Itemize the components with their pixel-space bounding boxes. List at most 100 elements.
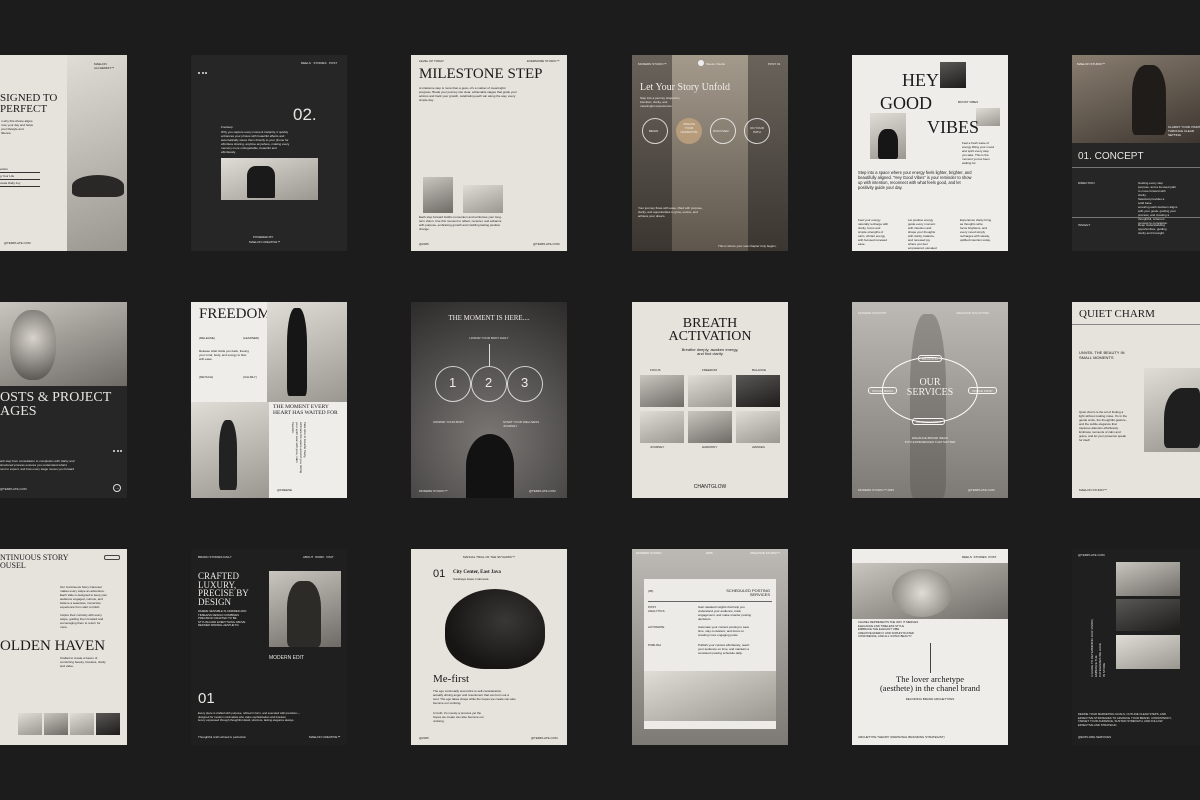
hair-photo: [445, 589, 545, 669]
label: (LEARNED): [243, 336, 260, 340]
card-body: Our Continuous Story Carousel makes ever…: [60, 585, 108, 609]
template-card-let-your-story-unfold[interactable]: MODERN STUDIO™ Maelon Studio POST 01 Let…: [632, 55, 788, 251]
grid-label: FOCUS: [650, 368, 661, 372]
card-title: NTINUOUS STORY OUSEL: [0, 553, 69, 570]
service-pill: BRANDING: [918, 355, 942, 362]
intro-text: Step into a journey shaped by intention,…: [640, 96, 680, 108]
card-title: MILESTONE STEP: [419, 66, 543, 82]
template-card-the-moment-is-here[interactable]: THE MOMENT IS HERE.... HONOR YOUR BODY D…: [411, 302, 567, 498]
vertical-text: A GUIDE TO DETERMINING OUR VISION, EMBRA…: [1090, 618, 1106, 677]
row-value: Publish your content effortlessly, reach…: [698, 643, 750, 655]
label: (RELEASE): [199, 336, 215, 340]
card-title: FREEDOM: [199, 306, 271, 322]
menu-dots-icon: [113, 439, 124, 457]
card-title: 01. CONCEPT: [1078, 151, 1144, 162]
nav-post: POST: [988, 555, 997, 559]
template-card-milestone-step[interactable]: LEVEL UP TODAY EVERMORE STUDIO™ MILESTON…: [411, 55, 567, 251]
footer-handle: @TEMPLATE.COM: [529, 489, 556, 493]
section-label: Footstep: [221, 125, 233, 129]
subtitle: WHERE SENSIBLE IS ADMIRED AND TIMELESS D…: [198, 609, 247, 627]
title-word-2: GOOD: [880, 93, 932, 113]
step-number: 02.: [293, 105, 317, 124]
step-label: DISCOVER: [713, 129, 729, 133]
vertical-text: Take time to breathe freely, embrace the…: [291, 422, 307, 474]
card-title: The lover archetype (aesthete) in the ch…: [879, 674, 981, 693]
template-card-costs-project-stages[interactable]: OSTS & PROJECT AGES ach step from consul…: [0, 302, 127, 498]
portrait-photo: [0, 302, 127, 386]
row-value: Automate your content posting to save ti…: [698, 625, 750, 637]
template-card-footstep[interactable]: REELS STORIES POST 02. Footstep Why you …: [191, 55, 347, 251]
location-sub: Surabaya Jawa, Indonesia: [453, 577, 489, 581]
arrow-button[interactable]: [104, 555, 120, 560]
subtitle: UNVEIL THE BEAUTY IN SMALL MOMENTS: [1079, 350, 1125, 360]
footer-brand: MAELON CREATIVE™: [309, 735, 341, 739]
template-card-designed-to-perfect[interactable]: MAELON ALCHEMIST™ SIGNED TO PERFECT n wh…: [0, 55, 127, 251]
template-card-scheduled-posting[interactable]: MODERN STUDIO 2025 CREATIVE STUDIO™ (05)…: [632, 549, 788, 745]
side-text: CHANEL REPRESENTS THE WAY IT MERGES ELEG…: [858, 620, 919, 639]
template-card-explore-services[interactable]: @TEMPLATE.COM A GUIDE TO DETERMINING OUR…: [1072, 549, 1200, 745]
card-title: CRAFTED LUXURY, PRECISE BY DESIGN: [198, 571, 249, 607]
footer-handle: @TEMPLATE.COM: [4, 241, 31, 245]
card-body: Each step forward builds momentum and re…: [419, 215, 502, 231]
headline: OLDEN HAVEN: [0, 638, 106, 654]
top-nav: REELS STORIES POST: [962, 555, 996, 559]
nav-stories: STORIES: [973, 555, 987, 559]
avatar: [698, 60, 704, 66]
template-card-me-first[interactable]: MANUAL TRIAL OF THE SKYHAWK™ 01 City Cen…: [411, 549, 567, 745]
footer-text: Thoughtful craft refined to perfection: [198, 735, 247, 739]
list-item: ovate Daily Joy: [0, 180, 40, 187]
walking-photo: [267, 302, 347, 402]
brand-label: MANUAL TRIAL OF THE SKYHAWK™: [462, 555, 516, 559]
footer-brand: CHANTGLOW: [693, 484, 727, 490]
footer-year: @2025: [419, 736, 429, 740]
template-card-our-services[interactable]: MODERN SUPPORT CREATIVE SOLUTIONS BRANDI…: [852, 302, 1008, 498]
brand-label: MODERN STUDIO™: [638, 62, 667, 66]
reclining-figure: [72, 175, 124, 197]
subtitle: Breathe deeply, awaken energy, and find …: [681, 347, 739, 356]
top-handle: @TEMPLATE.COM: [1078, 553, 1105, 557]
template-card-crafted-luxury[interactable]: BRAND STORIES DAILY ABOUT WORK VISIT CRA…: [191, 549, 347, 745]
brand-label: CREATIVE SOLUTIONS: [956, 311, 989, 315]
portrait-photo: [1116, 562, 1180, 596]
template-card-concept[interactable]: MAELON STUDIO™ CLARIFY YOUR VISION THROU…: [1072, 55, 1200, 251]
brand-label: CREATIVE STUDIO™: [750, 551, 780, 555]
grid-photo: [688, 375, 732, 407]
grid-label: BALANCE: [752, 368, 767, 372]
connector-line: [930, 643, 931, 673]
location: City Center, East Java: [453, 570, 501, 575]
column-text: Let positive energy guide every moment w…: [908, 218, 937, 251]
section-number: 01: [198, 690, 215, 707]
thumb-photo: [70, 713, 94, 735]
template-card-quiet-charm[interactable]: QUIET CHARM UNVEIL THE BEAUTY IN SMALL M…: [1072, 302, 1200, 498]
template-card-breath-activation[interactable]: BREATH ACTIVATION Breathe deeply, awaken…: [632, 302, 788, 498]
brand-label: MODERN STUDIO™: [419, 489, 448, 493]
grid-photo: [640, 375, 684, 407]
footer-text: ARCHETYPE THEORY (PERSONAL BRANDING STRA…: [858, 735, 945, 739]
column-text: Feel your energy naturally recharge with…: [858, 218, 889, 246]
portrait-photo: [269, 571, 341, 647]
template-card-hey-good-vibes[interactable]: HEY GOOD BOOST VIBES VIBES Feel a fresh …: [852, 55, 1008, 251]
motion-photo: [221, 158, 318, 200]
label-right: START YOUR WELLNESS JOURNEY: [503, 420, 540, 428]
powered-by-label: POWERED BY: [253, 235, 274, 239]
card-body: Release what holds you back, freeing you…: [199, 349, 249, 361]
photo-right: [463, 185, 503, 213]
label-left: UNWIND YOUR BODY: [433, 420, 465, 424]
card-body: In truth, it's merely a process yet the …: [433, 711, 484, 723]
brand-label: MODERN STUDIO: [636, 551, 662, 555]
grid-photo: [736, 411, 780, 443]
template-card-freedom[interactable]: FREEDOM (RELEASE) (LEARNED) Release what…: [191, 302, 347, 498]
template-card-lover-archetype[interactable]: REELS STORIES POST CHANEL REPRESENTS THE…: [852, 549, 1008, 745]
connector-line: [489, 344, 490, 366]
row-key: AUTOMATE: [648, 625, 665, 629]
portrait-photo: [1116, 635, 1180, 669]
step-label: ON YOUR PATH: [750, 126, 764, 134]
arrow-right-icon[interactable]: →: [113, 484, 121, 492]
nav-about: ABOUT: [303, 555, 314, 559]
template-card-golden-haven[interactable]: NTINUOUS STORY OUSEL Our Continuous Stor…: [0, 549, 127, 745]
card-title: BREATH ACTIVATION: [668, 316, 752, 344]
label: (CALMLY): [243, 375, 257, 379]
portrait-photo: [1116, 599, 1180, 631]
card-body: Why you capture every moment instantly, …: [221, 130, 290, 154]
brand-label: MAELON ALCHEMIST™: [94, 62, 115, 70]
